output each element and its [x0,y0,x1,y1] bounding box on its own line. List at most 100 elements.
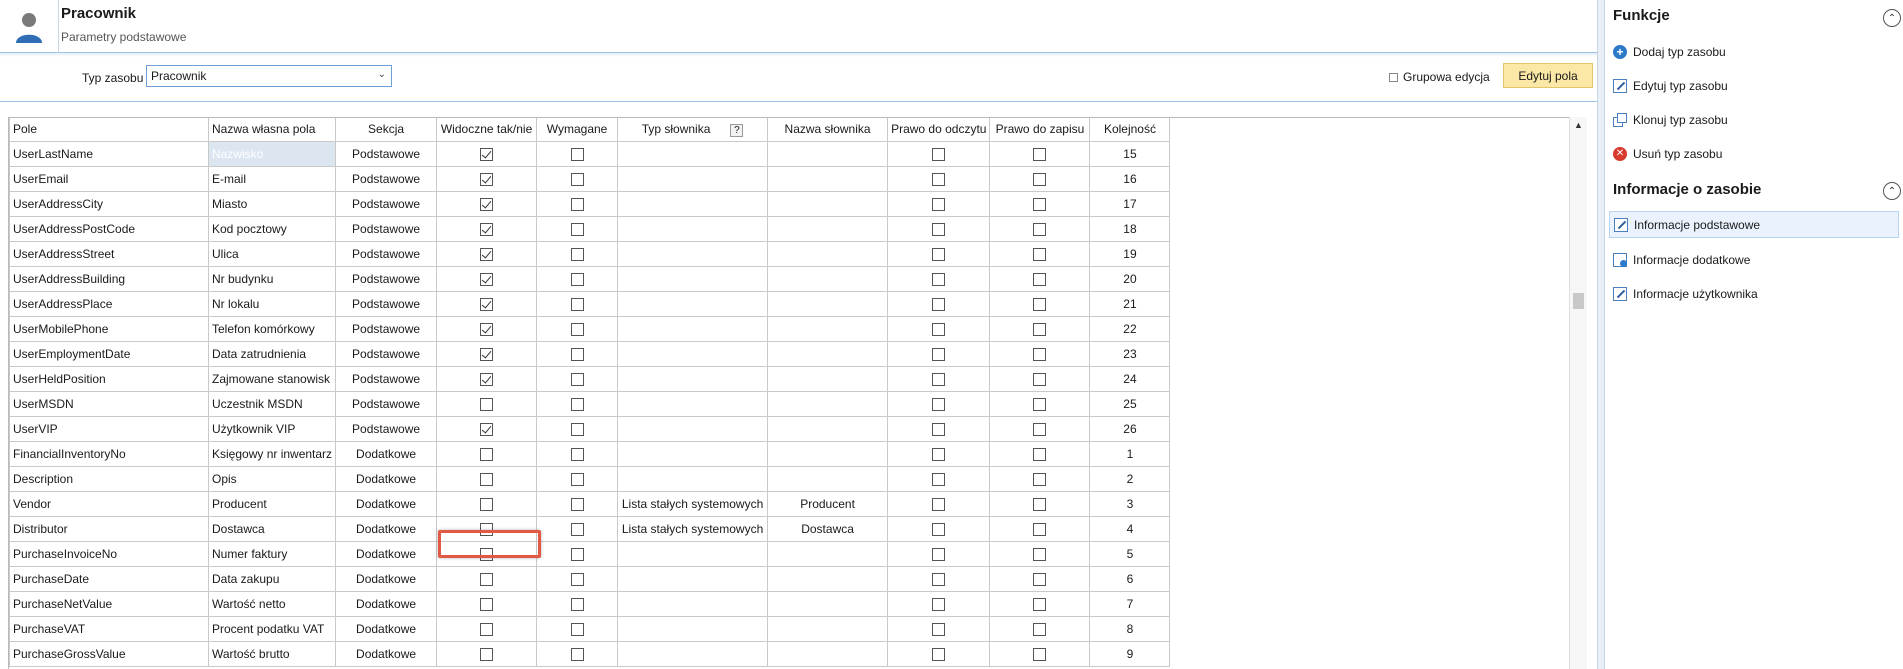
field-name-cell[interactable]: PurchaseNetValue [9,590,209,617]
read-right-checkbox[interactable] [932,372,946,386]
column-header[interactable]: Nazwa słownika [767,118,889,142]
required-checkbox-cell[interactable] [536,290,619,317]
visible-checkbox-cell[interactable] [436,440,538,467]
dictionary-type-cell[interactable] [617,615,769,642]
custom-name-cell[interactable]: Ulica [207,240,337,267]
required-checkbox-cell[interactable] [536,165,619,192]
visible-checkbox[interactable] [480,222,494,236]
visible-checkbox-cell[interactable] [436,190,538,217]
required-checkbox[interactable] [570,422,584,436]
write-right-checkbox[interactable] [1033,622,1047,636]
visible-checkbox-cell[interactable] [436,640,538,667]
section-cell[interactable]: Dodatkowe [335,540,438,567]
visible-checkbox[interactable] [480,272,494,286]
write-right-checkbox-cell[interactable] [989,590,1091,617]
read-right-checkbox-cell[interactable] [887,265,991,292]
dictionary-type-cell[interactable] [617,540,769,567]
required-checkbox-cell[interactable] [536,440,619,467]
read-right-checkbox-cell[interactable] [887,415,991,442]
table-row[interactable]: FinancialInventoryNo Księgowy nr inwentar… [9,440,1171,467]
custom-name-cell[interactable]: Data zakupu [207,565,337,592]
section-cell[interactable]: Podstawowe [335,315,438,342]
required-checkbox[interactable] [570,222,584,236]
visible-checkbox-cell[interactable] [436,165,538,192]
visible-checkbox[interactable] [480,197,494,211]
write-right-checkbox-cell[interactable] [989,615,1091,642]
required-checkbox-cell[interactable] [536,265,619,292]
dictionary-name-cell[interactable] [767,640,889,667]
order-cell[interactable]: 8 [1089,615,1171,642]
custom-name-cell[interactable]: Użytkownik VIP [207,415,337,442]
read-right-checkbox-cell[interactable] [887,290,991,317]
dictionary-name-cell[interactable] [767,465,889,492]
section-cell[interactable]: Podstawowe [335,365,438,392]
read-right-checkbox[interactable] [932,172,946,186]
write-right-checkbox[interactable] [1033,222,1047,236]
dictionary-name-cell[interactable] [767,540,889,567]
table-row[interactable]: PurchaseDate Data zakupu Dodatkowe 6 [9,565,1171,592]
required-checkbox-cell[interactable] [536,140,619,167]
write-right-checkbox[interactable] [1033,597,1047,611]
order-cell[interactable]: 20 [1089,265,1171,292]
section-cell[interactable]: Podstawowe [335,190,438,217]
table-row[interactable]: UserHeldPosition Zajmowane stanowisk Podst… [9,365,1171,392]
required-checkbox[interactable] [570,572,584,586]
read-right-checkbox[interactable] [932,647,946,661]
required-checkbox[interactable] [570,622,584,636]
table-row[interactable]: UserEmail E-mail Podstawowe 16 [9,165,1171,192]
field-name-cell[interactable]: UserMSDN [9,390,209,417]
order-cell[interactable]: 23 [1089,340,1171,367]
custom-name-cell[interactable]: Nr lokalu [207,290,337,317]
write-right-checkbox[interactable] [1033,197,1047,211]
collapse-icon[interactable]: ⌃ [1883,182,1901,200]
visible-checkbox-cell[interactable] [436,290,538,317]
read-right-checkbox[interactable] [932,472,946,486]
required-checkbox[interactable] [570,397,584,411]
column-header[interactable]: Prawo do odczytu [887,118,991,142]
write-right-checkbox-cell[interactable] [989,290,1091,317]
order-cell[interactable]: 19 [1089,240,1171,267]
visible-checkbox-cell[interactable] [436,340,538,367]
visible-checkbox[interactable] [480,397,494,411]
table-row[interactable]: PurchaseNetValue Wartość netto Dodatkowe 7 [9,590,1171,617]
edit-fields-button[interactable]: Edytuj pola [1503,63,1593,88]
write-right-checkbox[interactable] [1033,422,1047,436]
write-right-checkbox[interactable] [1033,572,1047,586]
write-right-checkbox-cell[interactable] [989,440,1091,467]
write-right-checkbox-cell[interactable] [989,240,1091,267]
visible-checkbox-cell[interactable] [436,465,538,492]
custom-name-cell[interactable]: Zajmowane stanowisk [207,365,337,392]
visible-checkbox[interactable] [480,147,494,161]
write-right-checkbox[interactable] [1033,322,1047,336]
write-right-checkbox-cell[interactable] [989,265,1091,292]
required-checkbox-cell[interactable] [536,215,619,242]
visible-checkbox[interactable] [480,247,494,261]
read-right-checkbox-cell[interactable] [887,640,991,667]
dictionary-type-cell[interactable] [617,440,769,467]
table-row[interactable]: UserAddressBuilding Nr budynku Podstawowe 2… [9,265,1171,292]
write-right-checkbox-cell[interactable] [989,465,1091,492]
field-name-cell[interactable]: UserEmail [9,165,209,192]
read-right-checkbox[interactable] [932,272,946,286]
visible-checkbox-cell[interactable] [436,590,538,617]
dictionary-name-cell[interactable] [767,590,889,617]
group-edit-checkbox[interactable]: Grupowa edycja [1389,70,1490,84]
field-name-cell[interactable]: PurchaseInvoiceNo [9,540,209,567]
visible-checkbox[interactable] [480,322,494,336]
required-checkbox-cell[interactable] [536,565,619,592]
collapse-icon[interactable]: ⌃ [1883,9,1901,27]
visible-checkbox-cell[interactable] [436,565,538,592]
table-row[interactable]: PurchaseInvoiceNo Numer faktury Dodatkowe 5 [9,540,1171,567]
required-checkbox-cell[interactable] [536,640,619,667]
custom-name-cell[interactable]: Nazwisko [207,140,337,167]
required-checkbox[interactable] [570,647,584,661]
write-right-checkbox[interactable] [1033,372,1047,386]
visible-checkbox[interactable] [480,297,494,311]
write-right-checkbox-cell[interactable] [989,215,1091,242]
read-right-checkbox-cell[interactable] [887,215,991,242]
read-right-checkbox-cell[interactable] [887,240,991,267]
dictionary-name-cell[interactable] [767,365,889,392]
write-right-checkbox[interactable] [1033,247,1047,261]
required-checkbox[interactable] [570,497,584,511]
table-row[interactable]: Description Opis Dodatkowe 2 [9,465,1171,492]
